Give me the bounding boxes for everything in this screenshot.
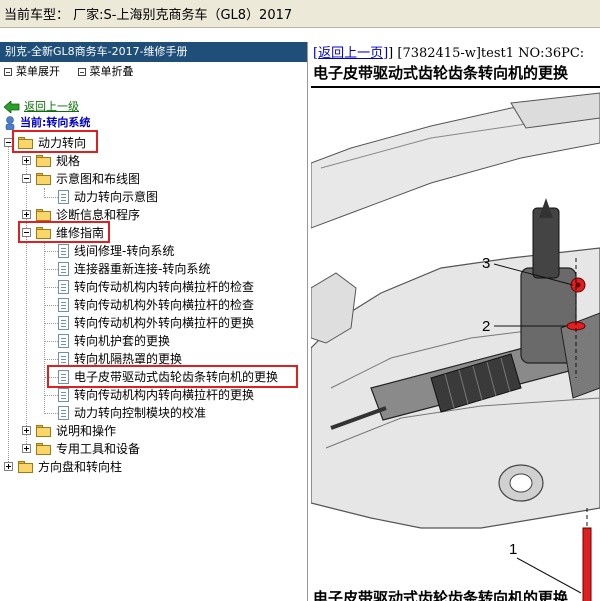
document-icon [58,280,69,294]
collapse-toggle-icon[interactable] [22,174,31,183]
document-title: 电子皮带驱动式齿轮齿条转向机的更换 [313,64,569,82]
tree-leaf-label: 转向机护套的更换 [74,334,171,348]
manual-title: 别克-全新GL8商务车-2017-维修手册 [0,42,307,62]
collapse-menu-label: 菜单折叠 [89,65,134,78]
tree-leaf-label: 动力转向控制模块的校准 [74,406,207,420]
folder-open-icon [36,173,51,185]
highlight-box [12,130,98,153]
menu-toolbar: 菜单展开 菜单折叠 [0,62,307,82]
vehicle-model-bar: 当前车型： 厂家:S-上海别克商务车（GL8）2017 [0,0,600,28]
tree-leaf-label: 线间修理-转向系统 [74,244,175,258]
tree-node-label: 专用工具和设备 [56,442,141,456]
document-icon [58,316,69,330]
document-icon [58,190,69,204]
steering-gear-drawing: 3 2 1 [311,88,600,601]
expand-toggle-icon[interactable] [4,462,13,471]
tree-node-label: 规格 [56,154,81,168]
expand-toggle-icon[interactable] [22,156,31,165]
tree-leaf-label: 动力转向示意图 [74,190,159,204]
folder-icon [18,461,33,473]
collapse-icon [77,68,86,76]
back-page-link[interactable]: [返回上一页] [313,46,388,61]
callout-3: 3 [482,255,490,272]
expand-toggle-icon[interactable] [22,444,31,453]
document-icon [58,334,69,348]
tree-leaf-label: 转向传动机构内转向横拉杆的检查 [74,280,255,294]
tree-leaf-label: 转向传动机构外转向横拉杆的更换 [74,316,255,330]
expand-toggle-icon[interactable] [22,426,31,435]
expand-menu-button[interactable]: 菜单展开 [4,62,60,82]
document-view: [返回上一页]] [7382415-w]test1 NO:36PC: 电子皮带驱… [311,42,600,601]
expand-menu-label: 菜单展开 [16,65,60,78]
tree-node-label: 说明和操作 [56,424,117,438]
document-icon [58,406,69,420]
folder-icon [36,443,51,455]
expand-icon [4,68,12,76]
document-icon [58,298,69,312]
tree-node-label: 示意图和布线图 [56,172,141,186]
vehicle-model-text: 当前车型： 厂家:S-上海别克商务车（GL8）2017 [4,8,293,23]
folder-icon [36,155,51,167]
folder-icon [36,209,51,221]
expand-toggle-icon[interactable] [22,210,31,219]
steering-gear-illustration: 3 2 1 [311,86,600,601]
highlight-box [18,221,110,243]
back-page-label: 返回上一页 [318,46,384,61]
document-meta: ] [7382415-w]test1 NO:36PC: [388,46,585,61]
tree-node-label: 方向盘和转向柱 [38,460,123,474]
document-icon [58,262,69,276]
tree-leaf-label: 转向传动机构外转向横拉杆的检查 [74,298,255,312]
callout-2: 2 [482,318,490,335]
document-header: [返回上一页]] [7382415-w]test1 NO:36PC: [313,42,584,61]
document-icon [58,352,69,366]
highlight-box [47,365,298,388]
document-icon [58,244,69,258]
tree-leaf-label: 转向传动机构内转向横拉杆的更换 [74,388,255,402]
folder-icon [36,425,51,437]
person-icon [5,116,15,130]
callout-1: 1 [509,541,517,558]
manual-nav-panel: 别克-全新GL8商务车-2017-维修手册 菜单展开 菜单折叠 返回上一级 当前… [0,42,308,601]
tree-leaf-label: 连接器重新连接-转向系统 [74,262,211,276]
document-section-title: 电子皮带驱动式齿轮齿条转向机的更换 [313,589,569,601]
collapse-menu-button[interactable]: 菜单折叠 [77,62,134,82]
document-icon [58,388,69,402]
back-arrow-icon [4,101,20,113]
